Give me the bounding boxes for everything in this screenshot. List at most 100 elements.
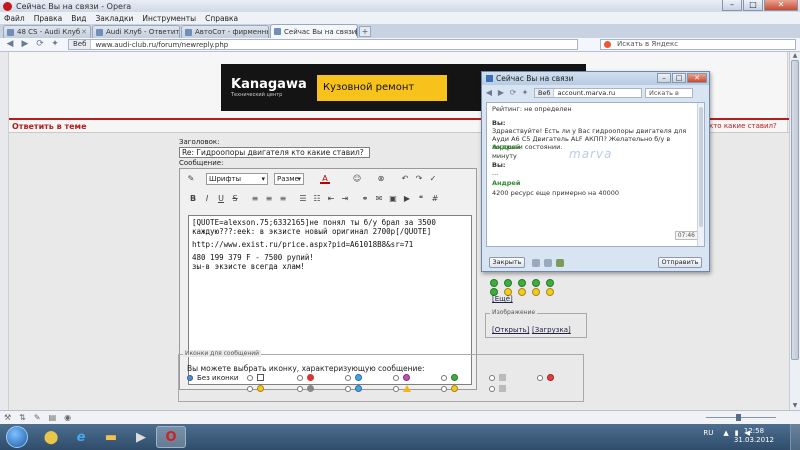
tab-close-icon[interactable]: ✕ [81,28,87,36]
bold-icon[interactable]: B [188,194,198,204]
history-icon[interactable] [544,259,552,267]
redo-icon[interactable]: ↷ [414,174,424,184]
opera-taskbar-icon[interactable]: O [156,426,186,448]
new-tab-button[interactable]: + [359,26,371,37]
print-icon[interactable] [532,259,540,267]
smilie-icon[interactable] [518,279,526,287]
scroll-up-icon[interactable]: ▲ [791,52,799,59]
scroll-down-icon[interactable]: ▼ [791,402,799,409]
chat-scrollbar[interactable] [697,103,704,246]
code-icon[interactable]: # [430,194,440,204]
italic-icon[interactable]: I [202,194,212,204]
chat-address-bar[interactable]: Веб account.marva.ru [534,87,642,98]
show-desktop-button[interactable] [790,424,800,450]
media-player-icon[interactable]: ▶ [126,426,156,448]
font-select[interactable]: Шрифты [206,173,268,185]
smilie-icon[interactable] [490,279,498,287]
post-icon-radio[interactable] [489,386,495,392]
chat-send-button[interactable]: Отправить [658,257,702,268]
smilie-icon[interactable] [546,279,554,287]
post-icon-radio[interactable] [247,375,253,381]
clock[interactable]: 12:58 31.03.2012 [734,427,774,445]
menu-help[interactable]: Справка [205,14,238,23]
explorer-folder-icon[interactable]: ▬ [96,426,126,448]
notes-icon[interactable]: ✎ [34,413,41,422]
menu-file[interactable]: Файл [4,14,25,23]
chat-close-dialog-button[interactable]: Закрыть [489,257,525,268]
underline-icon[interactable]: U [216,194,226,204]
address-bar[interactable]: Веб www.audi-club.ru/forum/newreply.php [68,39,578,50]
reload-icon[interactable]: ⟳ [34,39,46,50]
smilie-icon[interactable] [532,279,540,287]
align-right-icon[interactable]: ≡ [278,194,288,204]
search-field[interactable]: Искать в Яндекс [600,39,796,50]
chat-minimize-button[interactable]: – [657,73,671,83]
smilie-icon[interactable]: ☺ [352,174,362,184]
post-icon-radio[interactable] [441,375,447,381]
subject-input[interactable]: Re: Гидроопоры двигателя кто какие стави… [179,147,370,158]
link-icon[interactable]: ⚭ [360,194,370,204]
align-left-icon[interactable]: ≡ [250,194,260,204]
menu-tools[interactable]: Инструменты [142,14,196,23]
chat-scrollbar-thumb[interactable] [699,107,703,227]
text-color-icon[interactable]: A [320,174,330,184]
post-icon-radio[interactable] [345,375,351,381]
post-icon-radio[interactable] [489,375,495,381]
tab-audi-club-48[interactable]: 48 CS - Audi Клуб ✕ [3,25,91,38]
smilie-icon[interactable] [532,288,540,296]
strikethrough-icon[interactable]: S [230,194,240,204]
post-icon-radio[interactable] [393,386,399,392]
tools-icon[interactable]: ⚒ [4,413,11,422]
tab-close-icon[interactable]: ✕ [356,27,357,36]
zoom-slider[interactable] [700,414,790,422]
wand-icon[interactable]: ✦ [49,39,61,50]
video-icon[interactable]: ▶ [402,194,412,204]
upload-attachment-link[interactable]: [Загрузка] [532,326,571,334]
chat-search-field[interactable]: Искать в [645,87,693,98]
unordered-list-icon[interactable]: ☷ [312,194,322,204]
undo-icon[interactable]: ↶ [400,174,410,184]
start-button[interactable] [6,426,28,448]
outdent-icon[interactable]: ⇤ [326,194,336,204]
post-icon-radio[interactable] [247,386,253,392]
maximize-button[interactable]: □ [743,0,763,11]
wand-icon[interactable]: ✦ [520,87,530,98]
attachment-icon[interactable]: ⊗ [376,174,386,184]
tab-audi-club-reply[interactable]: Audi Клуб - Ответить... ✕ [92,25,180,38]
post-icon-radio[interactable] [393,375,399,381]
smilie-icon[interactable] [504,279,512,287]
format-remove-icon[interactable]: ✎ [186,174,196,184]
post-icon-radio-none[interactable] [187,375,193,381]
post-icon-radio[interactable] [345,386,351,392]
zoom-knob[interactable] [736,414,741,421]
tray-arrow-icon[interactable]: ▲ [723,429,728,437]
menu-view[interactable]: Вид [71,14,86,23]
emoticon-icon[interactable] [556,259,564,267]
post-icon-radio[interactable] [537,375,543,381]
view-icon[interactable]: ◉ [64,413,71,422]
internet-explorer-icon[interactable]: e [66,426,96,448]
quote-icon[interactable]: ❝ [416,194,426,204]
smilie-icon[interactable] [546,288,554,296]
back-arrow-icon[interactable]: ◀ [4,39,16,50]
chat-maximize-button[interactable]: □ [672,73,686,83]
close-button[interactable]: ✕ [764,0,798,11]
smilie-icon[interactable] [518,288,526,296]
chat-close-button[interactable]: ✕ [687,73,707,83]
transfer-icon[interactable]: ⇅ [19,413,26,422]
tab-autosot[interactable]: АвтоСот - фирменны... ✕ [181,25,269,38]
more-smilies-link[interactable]: [Ещё] [492,295,513,303]
page-scrollbar[interactable]: ▲ ▼ [789,52,800,410]
menu-edit[interactable]: Правка [34,14,63,23]
language-indicator[interactable]: RU [703,429,713,437]
post-icon-radio[interactable] [297,375,303,381]
back-arrow-icon[interactable]: ◀ [484,87,494,98]
forward-arrow-icon[interactable]: ▶ [496,87,506,98]
menu-bookmarks[interactable]: Закладки [96,14,134,23]
reload-icon[interactable]: ⟳ [508,87,518,98]
align-center-icon[interactable]: ≡ [264,194,274,204]
windows-media-icon[interactable]: ⬤ [36,426,66,448]
minimize-button[interactable]: – [722,0,742,11]
post-icon-radio[interactable] [441,386,447,392]
open-attachment-link[interactable]: [Открыть] [492,326,529,334]
